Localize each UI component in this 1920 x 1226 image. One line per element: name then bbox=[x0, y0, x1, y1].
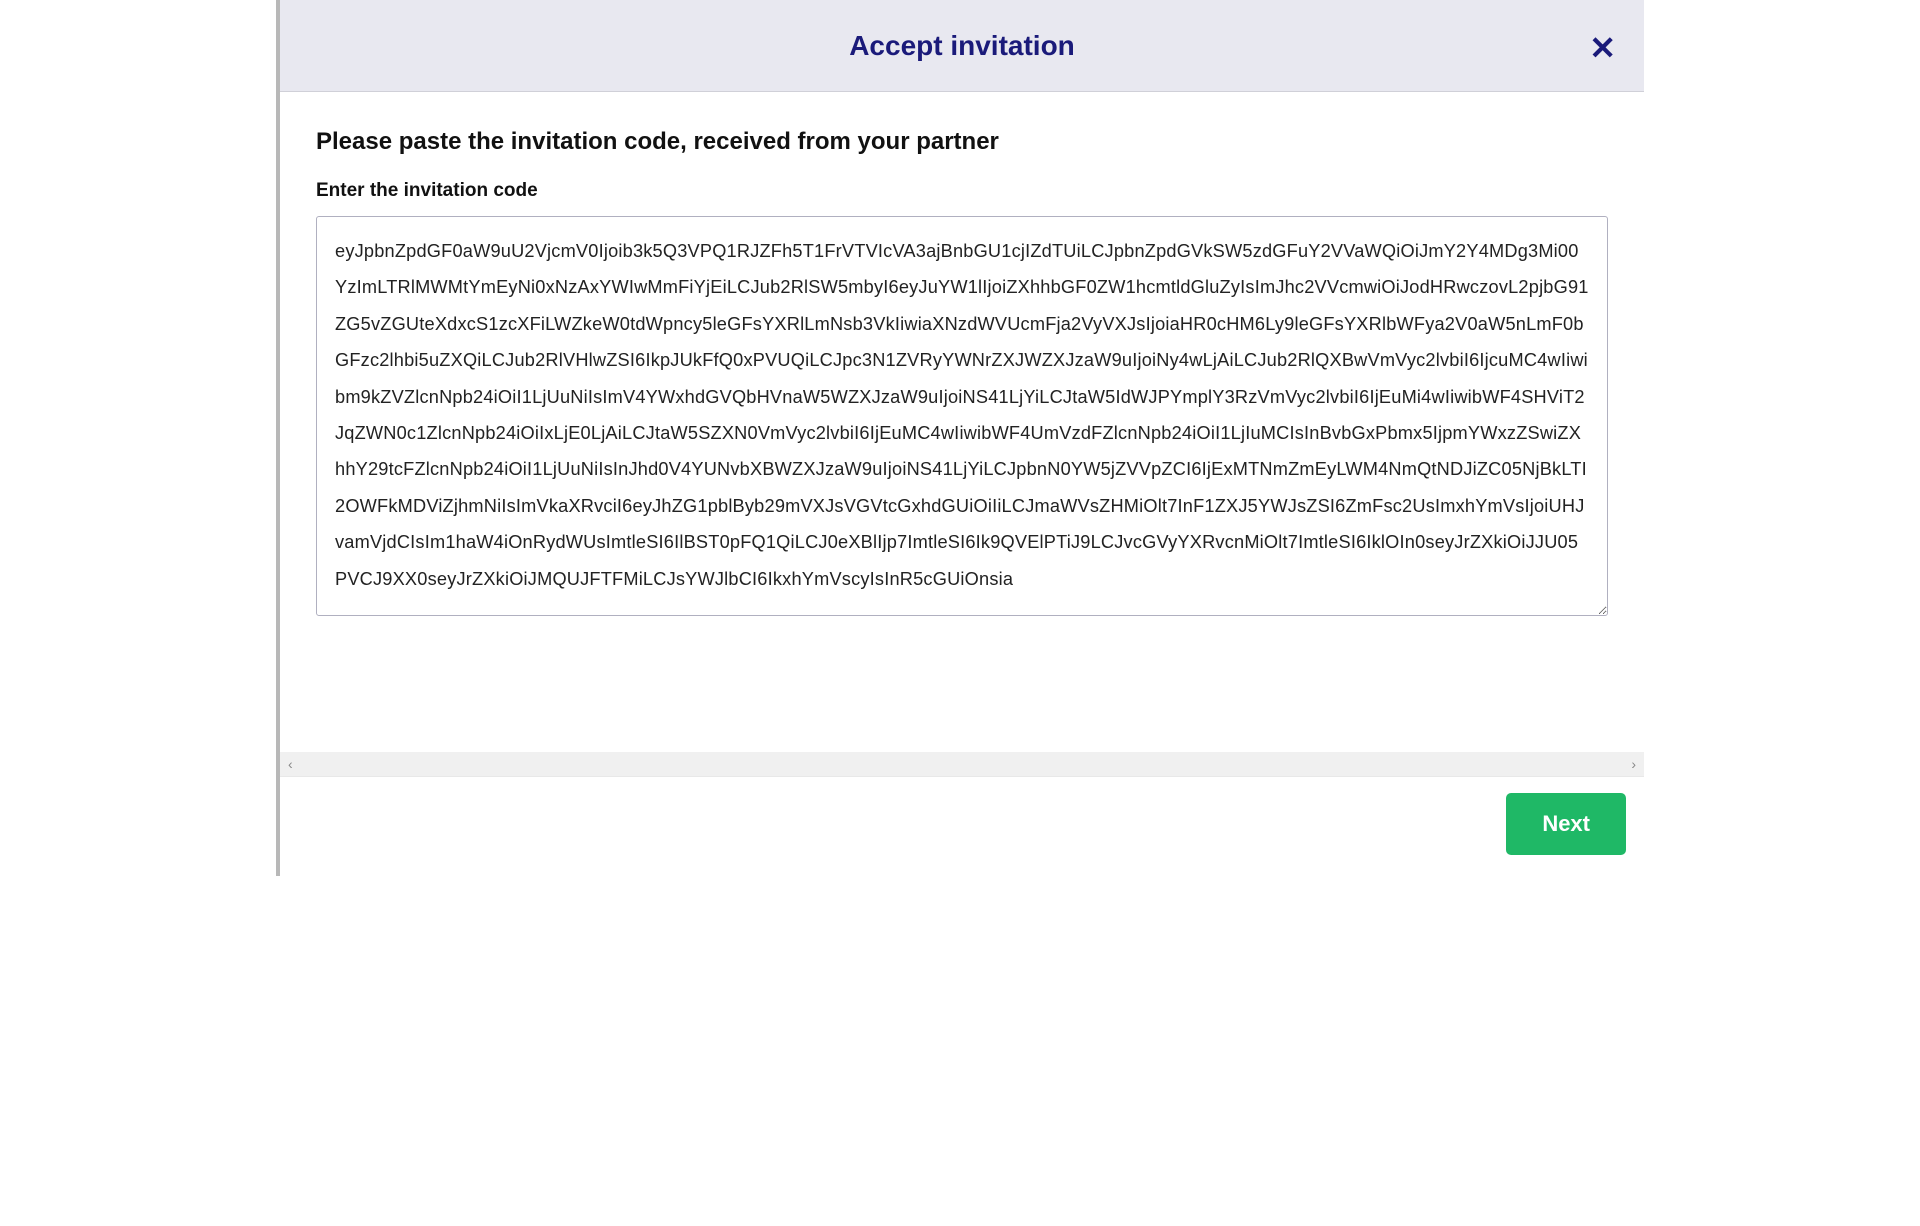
next-button[interactable]: Next bbox=[1506, 793, 1626, 855]
modal-title: Accept invitation bbox=[849, 30, 1075, 62]
scroll-right-arrow[interactable]: › bbox=[1631, 756, 1636, 772]
invitation-code-input[interactable] bbox=[316, 216, 1608, 616]
scroll-left-arrow[interactable]: ‹ bbox=[288, 756, 293, 772]
modal-body: Please paste the invitation code, receiv… bbox=[280, 92, 1644, 752]
input-label: Enter the invitation code bbox=[316, 180, 1608, 202]
horizontal-scrollbar[interactable]: ‹ › bbox=[280, 752, 1644, 776]
modal-footer: Next bbox=[280, 776, 1644, 870]
instruction-text: Please paste the invitation code, receiv… bbox=[316, 128, 1608, 156]
close-icon[interactable]: ✕ bbox=[1589, 32, 1616, 64]
modal-header: Accept invitation ✕ bbox=[280, 0, 1644, 92]
